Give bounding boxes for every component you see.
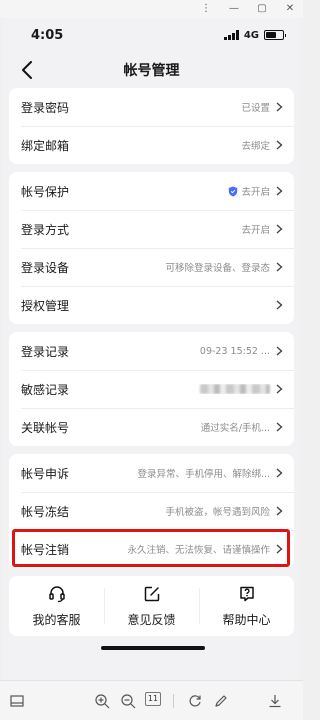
row-value: 永久注销、无法恢复、请谨慎操作 bbox=[127, 545, 270, 556]
row-label: 登录方式 bbox=[21, 222, 70, 237]
row-value: 09-23 15:52 ... bbox=[199, 345, 270, 357]
chevron-right-icon bbox=[276, 186, 284, 196]
row-value: 通过实名/手机... bbox=[200, 423, 270, 434]
row-label: 绑定邮箱 bbox=[21, 138, 70, 153]
row-value: 去开启 bbox=[79, 184, 276, 198]
settings-group-password: 登录密码 已设置 绑定邮箱 去绑定 bbox=[9, 88, 294, 164]
row-login-records[interactable]: 登录记录 09-23 15:52 ... bbox=[9, 332, 294, 370]
row-label: 登录设备 bbox=[21, 260, 70, 275]
status-icons: 4G bbox=[224, 29, 286, 41]
row-label: 敏感记录 bbox=[21, 382, 70, 397]
chevron-right-icon bbox=[276, 346, 284, 356]
chevron-right-icon bbox=[276, 384, 284, 394]
action-label: 我的客服 bbox=[32, 612, 81, 627]
row-value: 去绑定 bbox=[241, 141, 270, 152]
page-number: 11 bbox=[147, 694, 159, 703]
close-icon[interactable]: ✕ bbox=[283, 0, 297, 18]
row-label: 授权管理 bbox=[21, 298, 70, 313]
row-login-devices[interactable]: 登录设备 可移除登录设备、登录态 bbox=[9, 248, 294, 286]
chevron-right-icon bbox=[276, 468, 284, 478]
home-indicator[interactable] bbox=[101, 646, 205, 650]
action-label: 帮助中心 bbox=[222, 612, 271, 627]
chevron-right-icon bbox=[276, 262, 284, 272]
back-icon[interactable] bbox=[17, 60, 37, 80]
row-linked-accounts[interactable]: 关联帐号 通过实名/手机... bbox=[9, 408, 294, 446]
chevron-right-icon bbox=[276, 102, 284, 112]
row-authorization[interactable]: 授权管理 bbox=[9, 286, 294, 324]
settings-group-security: 帐号保护 去开启 登录方式 去开启 登录设备 可移除登录设备、登录态 授权管理 bbox=[9, 172, 294, 324]
redacted-value bbox=[200, 384, 270, 394]
row-value: 登录异常、手机停用、解除绑... bbox=[137, 469, 270, 480]
action-label: 意见反馈 bbox=[127, 612, 176, 627]
toolbar-divider bbox=[173, 693, 174, 708]
row-bind-email[interactable]: 绑定邮箱 去绑定 bbox=[9, 126, 294, 164]
row-label: 帐号申诉 bbox=[21, 466, 70, 481]
row-account-deletion[interactable]: 帐号注销 永久注销、无法恢复、请谨慎操作 bbox=[9, 530, 294, 568]
customer-service-button[interactable]: 我的客服 bbox=[9, 576, 104, 636]
download-icon[interactable] bbox=[266, 692, 284, 710]
row-label: 关联帐号 bbox=[21, 420, 70, 435]
row-value: 可移除登录设备、登录态 bbox=[165, 263, 270, 274]
bottom-actions: 我的客服 意见反馈 帮助中心 bbox=[9, 576, 294, 636]
row-account-protection[interactable]: 帐号保护 去开启 bbox=[9, 172, 294, 210]
row-value: 手机被盗，帐号遇到风险 bbox=[165, 507, 270, 518]
row-label: 登录密码 bbox=[21, 100, 70, 115]
more-icon[interactable]: ⋮ bbox=[199, 0, 213, 18]
chevron-right-icon bbox=[276, 422, 284, 432]
row-value: 已设置 bbox=[241, 103, 270, 114]
settings-group-account: 帐号申诉 登录异常、手机停用、解除绑... 帐号冻结 手机被盗，帐号遇到风险 帐… bbox=[9, 454, 294, 568]
signal-icon bbox=[224, 30, 239, 40]
help-center-button[interactable]: 帮助中心 bbox=[199, 576, 294, 636]
edit-icon bbox=[144, 586, 159, 601]
row-value bbox=[79, 384, 276, 394]
chevron-right-icon bbox=[276, 544, 284, 554]
row-label: 帐号冻结 bbox=[21, 504, 70, 519]
row-account-freeze[interactable]: 帐号冻结 手机被盗，帐号遇到风险 bbox=[9, 492, 294, 530]
viewer-toolbar: 11 bbox=[0, 680, 303, 720]
row-login-method[interactable]: 登录方式 去开启 bbox=[9, 210, 294, 248]
status-time: 4:05 bbox=[31, 27, 64, 43]
shield-icon bbox=[229, 186, 238, 196]
rotate-icon[interactable] bbox=[186, 692, 204, 710]
page-number-box[interactable]: 11 bbox=[145, 691, 161, 706]
minimize-icon[interactable]: — bbox=[227, 0, 241, 18]
battery-icon bbox=[264, 30, 286, 40]
maximize-icon[interactable]: ▢ bbox=[255, 0, 269, 18]
chevron-right-icon bbox=[276, 300, 284, 310]
row-account-appeal[interactable]: 帐号申诉 登录异常、手机停用、解除绑... bbox=[9, 454, 294, 492]
row-value: 去开启 bbox=[241, 225, 270, 236]
row-sensitive-records[interactable]: 敏感记录 bbox=[9, 370, 294, 408]
row-label: 帐号注销 bbox=[21, 542, 70, 557]
pen-icon[interactable] bbox=[212, 692, 230, 710]
window-title-bar: ⋮ — ▢ ✕ bbox=[0, 0, 303, 18]
chevron-right-icon bbox=[276, 140, 284, 150]
row-login-password[interactable]: 登录密码 已设置 bbox=[9, 88, 294, 126]
status-bar: 4:05 4G bbox=[3, 18, 300, 52]
zoom-out-icon[interactable] bbox=[119, 692, 137, 710]
chevron-right-icon bbox=[276, 224, 284, 234]
sidebar-toggle-icon[interactable] bbox=[8, 692, 26, 710]
chevron-right-icon bbox=[276, 506, 284, 516]
feedback-button[interactable]: 意见反馈 bbox=[104, 576, 199, 636]
nav-bar: 帐号管理 bbox=[3, 52, 300, 88]
help-icon bbox=[239, 586, 254, 601]
settings-group-records: 登录记录 09-23 15:52 ... 敏感记录 关联帐号 通过实名/手机..… bbox=[9, 332, 294, 446]
network-type: 4G bbox=[243, 29, 259, 41]
headset-icon bbox=[48, 585, 65, 602]
phone-screen: 4:05 4G 帐号管理 登录密码 已设置 绑定邮箱 去绑定 帐号保护 去开启 … bbox=[3, 18, 300, 680]
zoom-in-icon[interactable] bbox=[93, 692, 111, 710]
page-title: 帐号管理 bbox=[123, 63, 180, 79]
row-label: 帐号保护 bbox=[21, 184, 70, 199]
row-label: 登录记录 bbox=[21, 344, 70, 359]
